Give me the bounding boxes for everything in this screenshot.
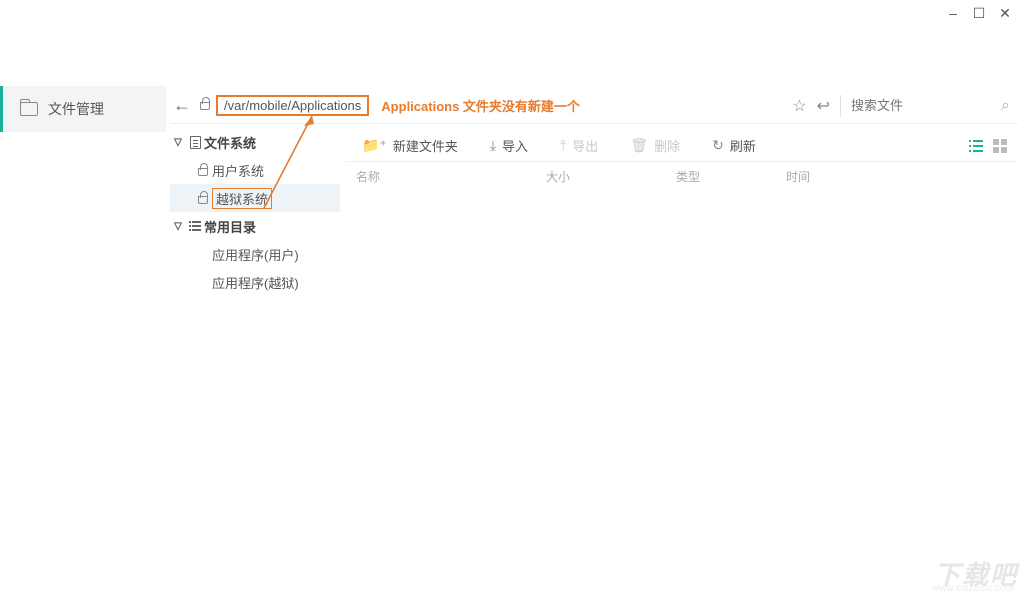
col-size[interactable]: 大小 [536, 168, 666, 185]
nav-reload-button[interactable]: ↩ [817, 96, 830, 116]
minimize-button[interactable]: – [946, 6, 960, 20]
refresh-button[interactable]: ↻ 刷新 [696, 130, 772, 161]
side-nav: 文件管理 [0, 86, 166, 594]
btn-label: 删除 [654, 136, 680, 155]
document-icon [186, 136, 204, 149]
nav-label: 文件管理 [48, 99, 104, 119]
path-input[interactable]: /var/mobile/Applications [216, 95, 369, 116]
maximize-button[interactable]: ☐ [972, 6, 986, 20]
tree-label: 应用程序(用户) [212, 245, 299, 264]
tree-group-filesystem[interactable]: ▽ 文件系统 [170, 128, 340, 156]
tree-group-common[interactable]: ▽ 常用目录 [170, 212, 340, 240]
list-icon [186, 221, 204, 231]
chevron-down-icon[interactable]: ▽ [170, 221, 186, 232]
btn-label: 新建文件夹 [393, 136, 458, 155]
favorite-button[interactable]: ☆ [792, 96, 806, 116]
annotation-text: Applications 文件夹没有新建一个 [381, 96, 580, 115]
file-toolbar: 📁⁺ 新建文件夹 ⤓ 导入 ⤒ 导出 🗑 删除 ↻ 刷新 [346, 130, 1016, 162]
lock-icon [194, 164, 212, 176]
trash-icon: 🗑 [630, 137, 648, 154]
col-time[interactable]: 时间 [776, 168, 1016, 185]
delete-button: 🗑 删除 [614, 130, 696, 161]
address-bar: ← /var/mobile/Applications Applications … [170, 94, 1018, 124]
grid-view-icon[interactable] [992, 138, 1008, 154]
new-folder-icon: 📁⁺ [362, 137, 387, 154]
btn-label: 导入 [502, 136, 528, 155]
lock-icon [194, 97, 216, 115]
new-folder-button[interactable]: 📁⁺ 新建文件夹 [346, 130, 474, 161]
tree-item-apps-jailbreak[interactable]: 应用程序(越狱) [170, 268, 340, 296]
search-input[interactable] [851, 98, 991, 113]
tree-label: 文件系统 [204, 133, 256, 152]
chevron-down-icon[interactable]: ▽ [170, 137, 186, 148]
refresh-icon: ↻ [712, 137, 724, 154]
folder-icon [20, 102, 38, 116]
tree-label: 常用目录 [204, 217, 256, 236]
tree-label: 越狱系统 [212, 188, 272, 209]
btn-label: 导出 [572, 136, 598, 155]
export-icon: ⤒ [560, 137, 566, 154]
search-icon[interactable]: ⌕ [1001, 97, 1010, 115]
tree-item-jailbreak-system[interactable]: 越狱系统 [170, 184, 340, 212]
export-button: ⤒ 导出 [544, 130, 614, 161]
import-icon: ⤓ [490, 137, 496, 154]
col-name[interactable]: 名称 [346, 168, 536, 185]
window-controls: – ☐ ✕ [946, 6, 1012, 20]
column-headers: 名称 大小 类型 时间 [346, 164, 1016, 188]
tree-item-apps-user[interactable]: 应用程序(用户) [170, 240, 340, 268]
list-view-icon[interactable] [968, 138, 984, 154]
import-button[interactable]: ⤓ 导入 [474, 130, 544, 161]
watermark-url: www.xiazaiba.com [932, 583, 1014, 594]
tree-label: 应用程序(越狱) [212, 273, 299, 292]
btn-label: 刷新 [730, 136, 756, 155]
tree-item-user-system[interactable]: 用户系统 [170, 156, 340, 184]
folder-tree: ▽ 文件系统 用户系统 越狱系统 ▽ 常用目录 应用程序(用户) 应用程序(越狱… [170, 128, 340, 594]
nav-file-manager[interactable]: 文件管理 [0, 86, 166, 132]
lock-icon [194, 192, 212, 204]
close-button[interactable]: ✕ [998, 6, 1012, 20]
separator [840, 95, 841, 117]
col-type[interactable]: 类型 [666, 168, 776, 185]
back-button[interactable]: ← [170, 95, 194, 116]
tree-label: 用户系统 [212, 161, 264, 180]
view-mode-toggle [968, 138, 1016, 154]
